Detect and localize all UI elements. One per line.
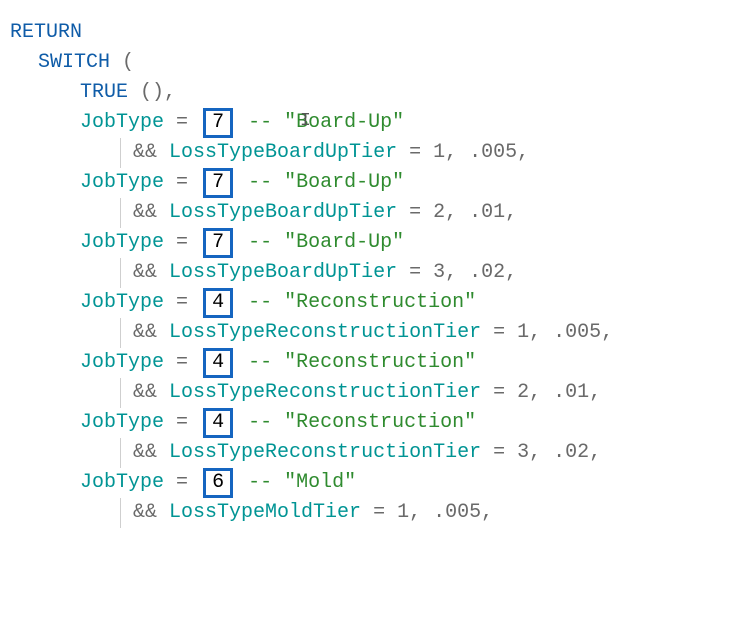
boxed-value: 7 [203, 108, 233, 138]
code-line: SWITCH ( [10, 48, 745, 78]
paren-open: ( [122, 51, 134, 74]
rate-value: .01 [553, 381, 589, 404]
comment: "Reconstruction" [284, 351, 476, 374]
jobtype-var: JobType [80, 411, 164, 434]
boxed-value: 4 [203, 348, 233, 378]
dash-dash: -- [248, 111, 284, 134]
jobtype-var: JobType [80, 171, 164, 194]
jobtype-var: JobType [80, 111, 164, 134]
code-line: && LossTypeMoldTier = 1, .005, [10, 498, 745, 528]
code-line: JobType = 7 -- "Board-Up" [10, 228, 745, 258]
code-line: JobType = 7 -- "Board-Up" [10, 168, 745, 198]
jobtype-var: JobType [80, 231, 164, 254]
jobtype-var: JobType [80, 291, 164, 314]
code-line: JobType = 4 -- "Reconstruction" [10, 348, 745, 378]
rate-value: .005 [433, 501, 481, 524]
true-args: (), [140, 81, 176, 104]
comment: "Board-Up" [284, 231, 404, 254]
code-line: RETURN [10, 18, 745, 48]
code-line: && LossTypeBoardUpTier = 1, .005, [10, 138, 745, 168]
boxed-value: 4 [203, 408, 233, 438]
comment: "Mold" [284, 471, 356, 494]
code-line: TRUE (), [10, 78, 745, 108]
code-line: && LossTypeBoardUpTier = 2, .01, [10, 198, 745, 228]
keyword-switch: SWITCH [38, 51, 110, 74]
comment: "Reconstruction" [284, 291, 476, 314]
boxed-value: 6 [203, 468, 233, 498]
code-line: JobType = 4 -- "Reconstruction" [10, 288, 745, 318]
jobtype-var: JobType [80, 471, 164, 494]
boxed-value: 7 [203, 168, 233, 198]
code-line: && LossTypeReconstructionTier = 2, .01, [10, 378, 745, 408]
rate-value: .005 [469, 141, 517, 164]
rate-value: .01 [469, 201, 505, 224]
code-line: && LossTypeReconstructionTier = 1, .005, [10, 318, 745, 348]
rate-value: .02 [469, 261, 505, 284]
boxed-value: 4 [203, 288, 233, 318]
rate-value: .005 [553, 321, 601, 344]
boxed-value: 7 [203, 228, 233, 258]
rate-value: .02 [553, 441, 589, 464]
comment: "Reconstruction" [284, 411, 476, 434]
losstype-var: LossTypeBoardUpTier [169, 141, 397, 164]
code-line: JobType = 6 -- "Mold" [10, 468, 745, 498]
tier-value: 1 [433, 141, 445, 164]
code-editor[interactable]: I RETURN SWITCH ( TRUE (), JobType = 7 -… [0, 0, 755, 538]
keyword-true: TRUE [80, 81, 128, 104]
keyword-return: RETURN [10, 21, 82, 44]
comment: "Board-Up" [284, 171, 404, 194]
code-line: JobType = 4 -- "Reconstruction" [10, 408, 745, 438]
and: && [133, 141, 157, 164]
code-line: && LossTypeReconstructionTier = 3, .02, [10, 438, 745, 468]
comment: "Board-Up" [284, 111, 404, 134]
jobtype-var: JobType [80, 351, 164, 374]
code-line: JobType = 7 -- "Board-Up" [10, 108, 745, 138]
code-line: && LossTypeBoardUpTier = 3, .02, [10, 258, 745, 288]
eq: = [176, 111, 200, 134]
